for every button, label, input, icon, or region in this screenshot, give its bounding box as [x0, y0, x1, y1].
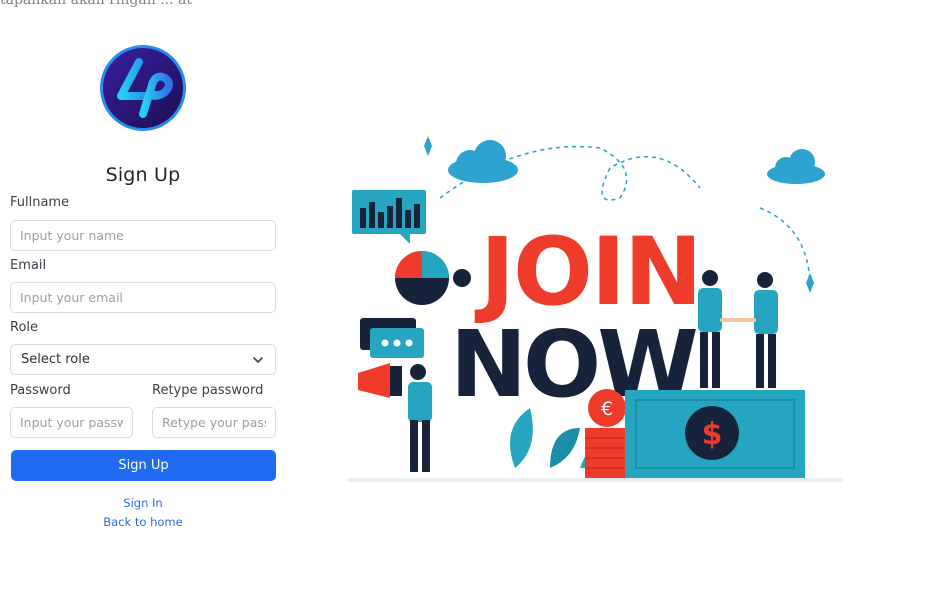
fullname-input[interactable]: [10, 220, 276, 251]
sign-up-button[interactable]: Sign Up: [11, 450, 276, 481]
role-select-value: Select role: [21, 352, 90, 367]
sign-in-link[interactable]: Sign In: [10, 496, 276, 510]
role-select[interactable]: Select role: [10, 344, 276, 375]
diamond-icon: [424, 136, 432, 156]
coin-stack-icon: €: [585, 389, 629, 478]
bar-chart-board-icon: [352, 190, 426, 244]
password-label: Password: [10, 383, 71, 398]
money-bill-icon: $: [625, 390, 805, 478]
retype-password-input[interactable]: [152, 407, 276, 438]
diamond-icon-2: [806, 273, 814, 293]
role-label: Role: [10, 320, 39, 335]
chat-bubble-icon: [360, 318, 424, 358]
fullname-label: Fullname: [10, 195, 70, 210]
pie-chart-icon: [395, 251, 449, 305]
email-label: Email: [10, 258, 47, 273]
app-logo: [100, 45, 186, 131]
cloud-right-icon: [767, 149, 825, 184]
person-megaphone-icon: [358, 363, 432, 472]
ground-line: [348, 478, 843, 482]
dot-icon: [453, 269, 471, 287]
top-caption: tapahkan akan ringan ... at: [0, 0, 192, 8]
dollar-sign: $: [702, 417, 723, 452]
back-to-home-link[interactable]: Back to home: [10, 515, 276, 529]
password-input[interactable]: [10, 407, 133, 438]
chevron-down-icon: [253, 356, 263, 363]
retype-password-label: Retype password: [152, 383, 264, 398]
people-handshake-icon: [698, 270, 778, 388]
form-title: Sign Up: [105, 164, 181, 186]
join-now-illustration: JOIN NOW € $: [348, 136, 843, 482]
email-input[interactable]: [10, 282, 276, 313]
euro-sign: €: [601, 398, 613, 420]
cloud-left-icon: [448, 140, 518, 183]
